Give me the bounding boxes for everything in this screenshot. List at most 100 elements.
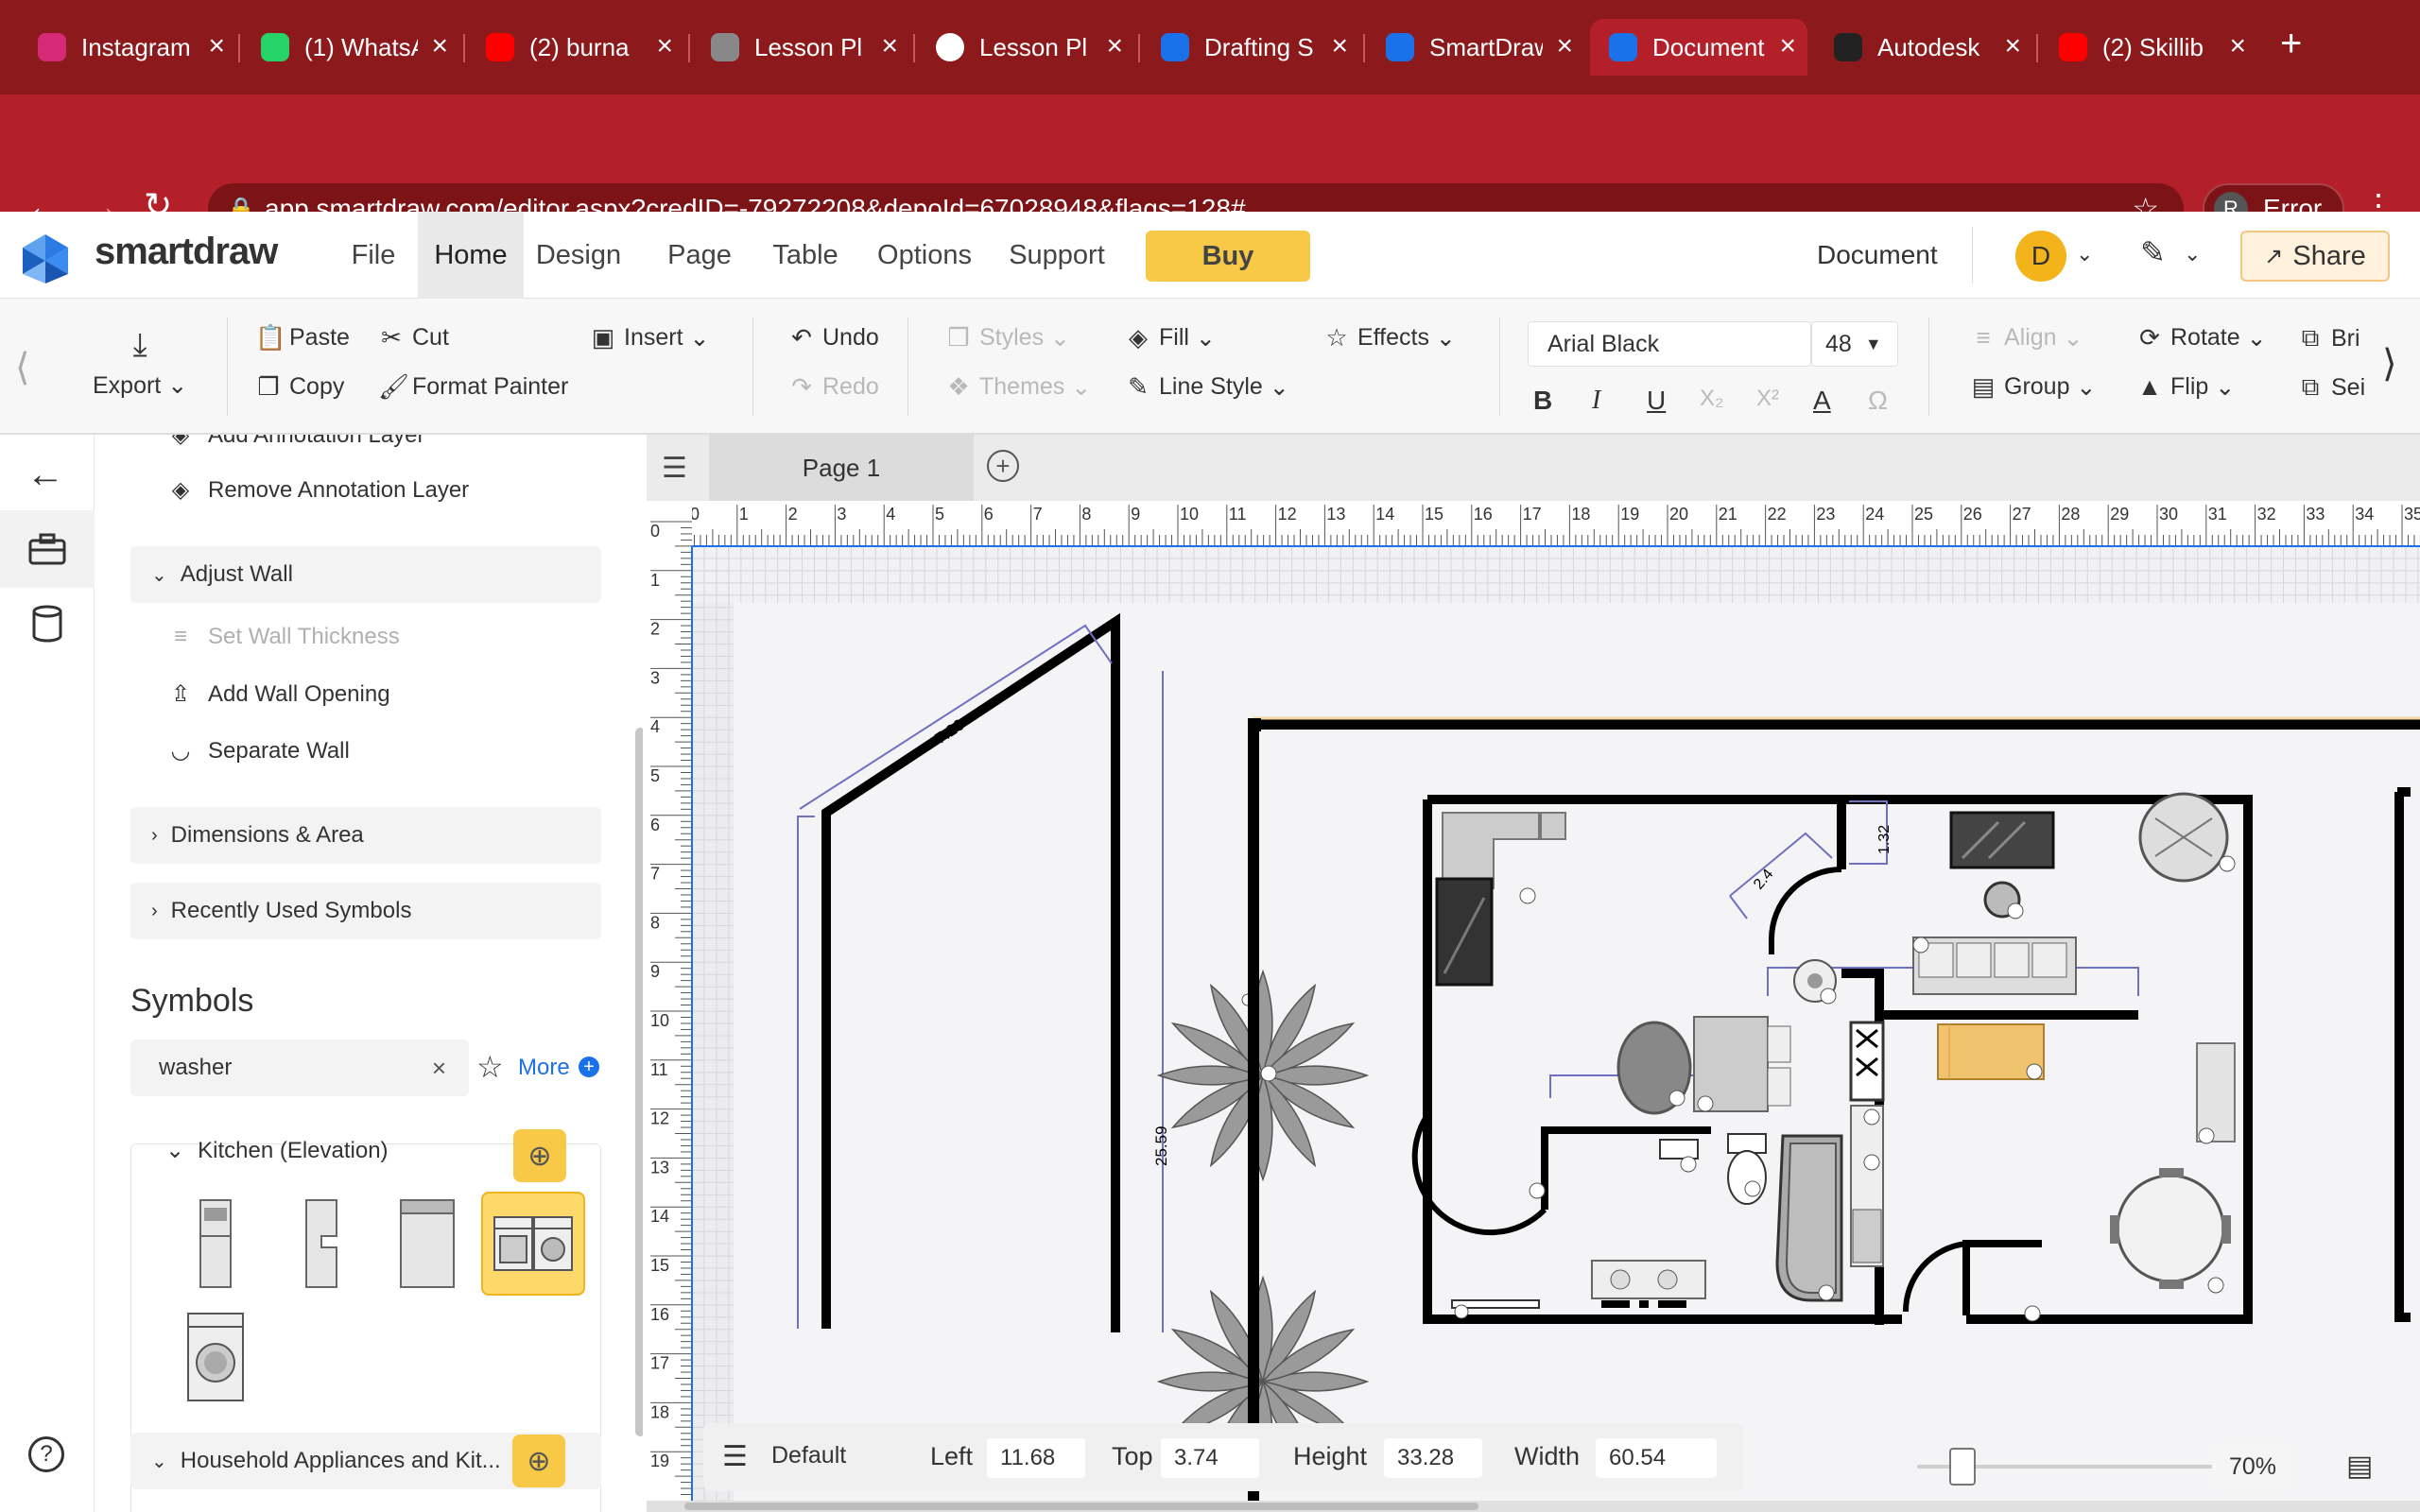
add-page-icon[interactable]: + <box>987 450 1019 482</box>
text-color-icon[interactable]: A <box>1813 386 1831 416</box>
bathtub[interactable] <box>1775 1134 1843 1302</box>
symbol-washer-dryer-selected[interactable] <box>481 1192 585 1296</box>
left-input[interactable]: 11.68 <box>987 1438 1085 1478</box>
menu-support[interactable]: Support <box>991 212 1123 299</box>
font-size-select[interactable]: 48 ▼ <box>1811 321 1898 367</box>
symbol-cabinet[interactable] <box>269 1192 373 1296</box>
kitchen-counter[interactable] <box>1850 1105 1884 1267</box>
add-library-button[interactable]: ⊕ <box>513 1129 566 1182</box>
document-name[interactable]: Document <box>1817 240 1938 270</box>
remove-annotation-layer-item[interactable]: ◈ Remove Annotation Layer <box>166 476 469 504</box>
stove[interactable] <box>1849 1021 1885 1102</box>
add-library-button[interactable]: ⊕ <box>512 1435 565 1487</box>
user-avatar[interactable]: D <box>2015 231 2066 282</box>
browser-tab[interactable]: Autodesk × <box>1815 19 2032 76</box>
superscript-icon[interactable]: X² <box>1756 386 1779 412</box>
symbol-omega-icon[interactable]: Ω <box>1868 386 1888 416</box>
browser-tab[interactable]: (2) Skillib × <box>2040 19 2257 76</box>
add-annotation-layer-item[interactable]: ◈ Add Annotation Layer <box>166 435 425 449</box>
styles-button[interactable]: ❒ Styles ⌄ <box>945 323 1070 352</box>
menu-options[interactable]: Options <box>858 212 991 299</box>
page-list-icon[interactable]: ☰ <box>662 452 687 485</box>
export-button[interactable]: ⤓ Export ⌄ <box>93 327 187 400</box>
copy-button[interactable]: ❐ Copy <box>255 372 344 402</box>
format-painter-button[interactable]: 🖌 Format Painter <box>378 372 568 402</box>
sofa[interactable] <box>1912 936 2077 995</box>
close-tab-icon[interactable]: × <box>2229 32 2246 60</box>
television[interactable] <box>1949 811 2055 869</box>
insert-button[interactable]: ▣ Insert ⌄ <box>590 323 710 352</box>
menu-design[interactable]: Design <box>526 212 631 299</box>
browser-tab[interactable]: (1) WhatsApp × <box>242 19 459 76</box>
panel-scrollbar[interactable] <box>635 728 643 1436</box>
close-tab-icon[interactable]: × <box>1779 32 1796 60</box>
send-backward-button[interactable]: ⧉ Sei <box>2297 372 2365 403</box>
back-arrow-icon[interactable]: ← <box>26 454 64 496</box>
bring-forward-button[interactable]: ⧉ Bri <box>2297 323 2360 353</box>
info-icon[interactable] <box>1529 1182 1546 1199</box>
browser-tab[interactable]: Lesson Pl × <box>692 19 909 76</box>
browser-tab[interactable]: Lesson Pl × <box>917 19 1134 76</box>
symbol-refrigerator[interactable] <box>164 1192 268 1296</box>
selection-handle[interactable] <box>1248 718 1261 731</box>
browser-tab[interactable]: (2) burna × <box>467 19 684 76</box>
redo-button[interactable]: ↷ Redo <box>788 372 879 402</box>
library-kitchen-elevation[interactable]: ⌄ Kitchen (Elevation) <box>165 1137 389 1164</box>
rail-item-toolbox[interactable] <box>0 510 95 588</box>
armchair[interactable] <box>2196 1042 2236 1144</box>
round-ottoman[interactable] <box>1616 1021 1692 1115</box>
group-button[interactable]: ▤ Group ⌄ <box>1970 372 2097 402</box>
symbol-front-load-washer[interactable] <box>164 1305 268 1409</box>
info-icon[interactable] <box>2024 1305 2041 1322</box>
horizontal-scrollbar-thumb[interactable] <box>684 1503 1478 1510</box>
underline-icon[interactable]: U <box>1647 386 1666 416</box>
toilet[interactable] <box>1727 1133 1767 1205</box>
menu-page[interactable]: Page <box>652 212 747 299</box>
cut-button[interactable]: ✂ Cut <box>378 323 449 352</box>
line-style-button[interactable]: ✎ Line Style ⌄ <box>1125 372 1289 402</box>
adjust-wall-section[interactable]: ⌄ Adjust Wall <box>130 546 601 603</box>
chevron-down-icon[interactable]: ⌄ <box>2076 242 2093 266</box>
close-tab-icon[interactable]: × <box>1331 32 1348 60</box>
font-family-select[interactable]: Arial Black <box>1528 321 1811 367</box>
close-tab-icon[interactable]: × <box>1556 32 1573 60</box>
paste-button[interactable]: 📋 Paste <box>255 323 350 352</box>
menu-home[interactable]: Home <box>418 212 524 299</box>
help-icon[interactable]: ? <box>28 1436 64 1472</box>
symbol-search-input[interactable]: washer × <box>130 1040 469 1096</box>
drawing-canvas[interactable]: ☰ Page 1 + 0 1 2 3 4 5 6 7 8 9 10 11 12 13 14 15 16 17 18 1… <box>647 435 2420 1512</box>
share-button[interactable]: ↗ Share <box>2240 231 2390 282</box>
layers-icon[interactable]: ☰ <box>722 1440 748 1473</box>
dimensions-area-section[interactable]: › Dimensions & Area <box>130 807 601 864</box>
height-input[interactable]: 33.28 <box>1384 1438 1482 1478</box>
browser-tab[interactable]: Drafting S × <box>1142 19 1359 76</box>
zoom-level[interactable]: 70% <box>2212 1442 2293 1491</box>
database-icon[interactable] <box>32 605 62 643</box>
separate-wall-item[interactable]: ◡ Separate Wall <box>166 737 350 765</box>
align-button[interactable]: ≡ Align ⌄ <box>1970 323 2083 352</box>
add-wall-opening-item[interactable]: ⇫ Add Wall Opening <box>166 680 390 708</box>
close-tab-icon[interactable]: × <box>1106 32 1123 60</box>
close-tab-icon[interactable]: × <box>881 32 898 60</box>
bold-icon[interactable]: B <box>1533 386 1552 416</box>
browser-tab[interactable]: Instagram × <box>19 19 236 76</box>
more-link[interactable]: More <box>518 1055 570 1081</box>
undo-button[interactable]: ↶ Undo <box>788 323 879 352</box>
top-input[interactable]: 3.74 <box>1161 1438 1259 1478</box>
browser-tab[interactable]: SmartDraw × <box>1367 19 1584 76</box>
ribbon-scroll-right-icon[interactable]: ⟩ <box>2382 342 2397 386</box>
ribbon-scroll-left-icon[interactable]: ⟨ <box>15 346 30 389</box>
close-tab-icon[interactable]: × <box>431 32 448 60</box>
layer-name[interactable]: Default <box>771 1442 846 1469</box>
menu-table[interactable]: Table <box>749 212 862 299</box>
add-circle-icon[interactable]: + <box>579 1057 599 1077</box>
info-icon[interactable] <box>1260 1065 1277 1082</box>
menu-file[interactable]: File <box>331 212 416 299</box>
new-tab-icon[interactable]: + <box>2280 23 2302 65</box>
subscript-icon[interactable]: X₂ <box>1700 386 1723 412</box>
italic-icon[interactable]: I <box>1592 386 1600 416</box>
tv-panel-left[interactable] <box>1435 877 1494 987</box>
floor-plan-drawing[interactable]: 0 1 2 3 4 5 6 7 8 9 10 11 12 13 14 15 16 17 18 19 20 21 22 23 24… <box>647 501 2420 1512</box>
flip-button[interactable]: ▲ Flip ⌄ <box>2136 372 2235 402</box>
page-tab-1[interactable]: Page 1 <box>709 435 974 501</box>
